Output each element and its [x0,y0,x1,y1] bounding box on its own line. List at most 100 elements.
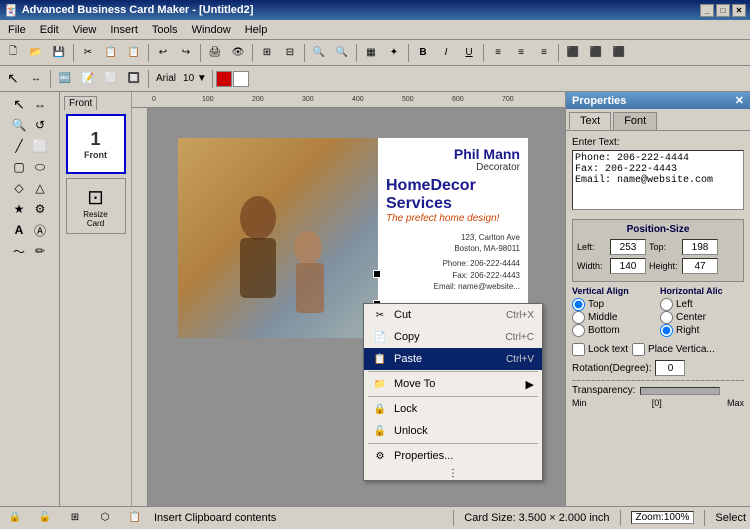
v-middle-radio[interactable] [572,311,585,324]
pen-tool[interactable]: ✏ [30,241,50,261]
v-bottom-radio[interactable] [572,324,585,337]
ctx-sep-2 [368,396,538,397]
underline-button[interactable]: U [458,42,480,64]
align-right-button[interactable]: ≡ [533,42,555,64]
grid-button[interactable]: ⊞ [256,42,278,64]
tool2[interactable]: ↔ [25,68,47,90]
maximize-button[interactable]: □ [716,4,730,17]
resize-card-button[interactable]: ⊡ Resize Card [66,178,126,234]
zoom-tool[interactable]: 🔍 [9,115,29,135]
font-size-select[interactable]: 10 ▼ [181,73,209,84]
diamond-tool[interactable]: ◇ [9,178,29,198]
ctx-cut[interactable]: ✂ Cut Ctrl+X [364,304,542,326]
print-button[interactable]: 🖨 [204,42,226,64]
rotation-input[interactable] [655,360,685,376]
paste-button[interactable]: 📋 [123,42,145,64]
gear-tool[interactable]: ⚙ [30,199,50,219]
ctx-moveto[interactable]: 📁 Move To ▶ [364,373,542,395]
top-input[interactable] [682,239,718,255]
lock-text-checkbox[interactable] [572,343,585,356]
italic-button[interactable]: I [435,42,457,64]
selection-handle-1[interactable] [373,270,381,278]
status-icon-5[interactable]: 📋 [124,507,146,529]
line-tool[interactable]: ╱ [9,136,29,156]
properties-close-button[interactable]: ✕ [735,94,744,107]
star-tool[interactable]: ★ [9,199,29,219]
place-vertical-checkbox[interactable] [632,343,645,356]
status-icon-2[interactable]: 🔓 [34,507,56,529]
status-icon-1[interactable]: 🔒 [4,507,26,529]
print-preview-button[interactable]: 👁 [227,42,249,64]
front-tab[interactable]: Front [64,96,97,110]
table-button[interactable]: ▦ [360,42,382,64]
zoom-out-button[interactable]: 🔍 [331,42,353,64]
bg-color-btn[interactable] [233,71,249,87]
rect-tool[interactable]: ⬜ [30,136,50,156]
ctx-properties[interactable]: ⚙ Properties... [364,445,542,467]
curved-text-tool[interactable]: Ⓐ [30,220,50,240]
tool3[interactable]: 🔤 [54,68,76,90]
canvas-content[interactable]: Phil Mann Decorator HomeDecor Services T… [148,108,565,506]
extra2-button[interactable]: ⬛ [562,42,584,64]
left-input[interactable] [610,239,646,255]
card-thumbnail[interactable]: 1 Front [66,114,126,174]
zoom-in-button[interactable]: 🔍 [308,42,330,64]
tool4[interactable]: 📝 [77,68,99,90]
toolbar-sep-4 [252,44,253,62]
status-icon-3[interactable]: ⊞ [64,507,86,529]
text-tool[interactable]: A [9,220,29,240]
open-button[interactable]: 📂 [25,42,47,64]
ctx-copy[interactable]: 📄 Copy Ctrl+C [364,326,542,348]
ctx-unlock[interactable]: 🔓 Unlock [364,420,542,442]
tab-font[interactable]: Font [613,112,657,130]
close-button[interactable]: ✕ [732,4,746,17]
text-input[interactable] [572,150,744,210]
save-button[interactable]: 💾 [48,42,70,64]
h-right-radio[interactable] [660,324,673,337]
tool6[interactable]: 🔲 [123,68,145,90]
redo-button[interactable]: ↪ [175,42,197,64]
extra-button[interactable]: ✦ [383,42,405,64]
height-input[interactable] [682,258,718,274]
menu-edit[interactable]: Edit [34,23,65,37]
align-center-button[interactable]: ≡ [510,42,532,64]
color-btn[interactable] [216,71,232,87]
undo-button[interactable]: ↩ [152,42,174,64]
status-icon-4[interactable]: ⬡ [94,507,116,529]
transparency-slider[interactable] [640,387,720,395]
menu-view[interactable]: View [67,23,103,37]
menu-tools[interactable]: Tools [146,23,184,37]
triangle-tool[interactable]: △ [30,178,50,198]
wavy-tool[interactable]: 〜 [9,241,29,261]
h-left-radio[interactable] [660,298,673,311]
tool5[interactable]: ⬜ [100,68,122,90]
arrow-tool[interactable]: ↖ [9,94,29,114]
ellipse-tool[interactable]: ⬭ [30,157,50,177]
font-name[interactable]: Arial [152,73,180,84]
menu-window[interactable]: Window [186,23,237,37]
properties-title: Properties [572,95,626,107]
ctx-lock[interactable]: 🔒 Lock [364,398,542,420]
width-input[interactable] [610,258,646,274]
bold-button[interactable]: B [412,42,434,64]
cut-button[interactable]: ✂ [77,42,99,64]
menu-help[interactable]: Help [239,23,274,37]
ruler-tick-500: 500 [402,96,414,103]
rotate-tool[interactable]: ↺ [30,115,50,135]
h-center-radio[interactable] [660,311,673,324]
copy-button[interactable]: 📋 [100,42,122,64]
v-top-radio[interactable] [572,298,585,311]
hand-tool[interactable]: ↔ [30,94,50,114]
extra3-button[interactable]: ⬛ [585,42,607,64]
ctx-paste[interactable]: 📋 Paste Ctrl+V [364,348,542,370]
extra4-button[interactable]: ⬛ [608,42,630,64]
menu-insert[interactable]: Insert [104,23,144,37]
grid2-button[interactable]: ⊟ [279,42,301,64]
align-left-button[interactable]: ≡ [487,42,509,64]
minimize-button[interactable]: _ [700,4,714,17]
tab-text[interactable]: Text [569,112,611,130]
rounded-rect-tool[interactable]: ▢ [9,157,29,177]
select-button[interactable]: ↖ [2,68,24,90]
new-button[interactable]: 🗋 [2,42,24,64]
menu-file[interactable]: File [2,23,32,37]
